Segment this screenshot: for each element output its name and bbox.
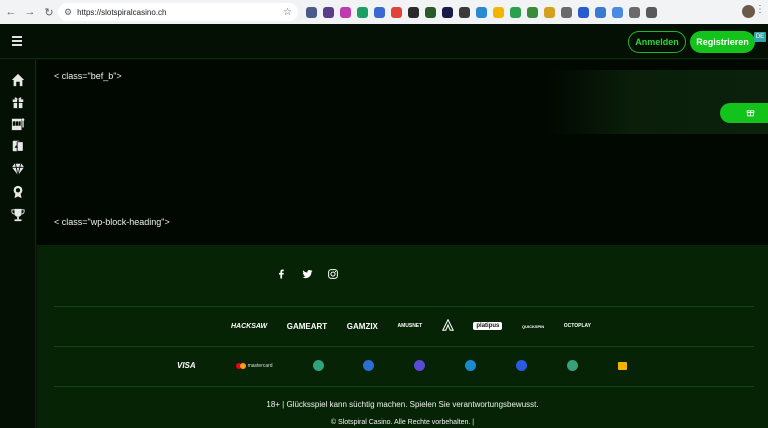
raw-markup-text: < class="bef_b"> [54,71,122,81]
cards-icon[interactable] [10,138,26,154]
browser-extension-icon[interactable] [595,6,606,18]
provider-logo[interactable]: platipus [473,322,503,330]
wallet-icon [617,361,627,370]
provider-logo[interactable]: GAMEART [287,322,327,331]
diamond-icon[interactable] [10,161,26,177]
browser-extension-icon[interactable] [493,6,504,18]
gift-icon [746,104,755,122]
register-button[interactable]: Registrieren [690,31,755,53]
extensions-bar [306,5,657,19]
provider-logo-icon[interactable] [441,318,454,333]
forward-icon[interactable]: → [22,4,38,20]
promo-card [545,70,768,134]
crypto-icon [414,360,426,371]
raw-markup-heading: < class="wp-block-heading"> [54,217,170,227]
bookmark-star-icon[interactable]: ☆ [283,7,292,18]
browser-extension-icon[interactable] [612,6,623,18]
footer-divider [54,346,754,347]
browser-extension-icon[interactable] [323,6,334,18]
provider-logo[interactable]: AMUSNET [397,323,422,329]
address-bar[interactable]: ⚙ https://slotspiralcasino.ch ☆ [58,3,298,21]
browser-extension-icon[interactable] [510,6,521,18]
providers-row: HACKSAW GAMEART GAMZIX AMUSNET platipus … [231,318,591,333]
twitter-icon[interactable] [301,268,313,280]
sidebar [0,60,36,428]
footer-divider [54,306,754,307]
browser-extension-icon[interactable] [340,6,351,18]
slot-machine-icon[interactable] [10,116,26,132]
browser-extension-icon[interactable] [578,6,589,18]
login-button[interactable]: Anmelden [628,31,686,53]
crypto-icon [567,360,579,371]
back-icon[interactable]: ← [3,4,19,20]
url-text: https://slotspiralcasino.ch [77,7,167,17]
browser-extension-icon[interactable] [391,6,402,18]
browser-extension-icon[interactable] [629,6,640,18]
browser-extension-icon[interactable] [561,6,572,18]
crypto-icon [312,360,324,371]
crypto-icon [465,360,477,371]
browser-extension-icon[interactable] [459,6,470,18]
main-content: < class="bef_b"> < class="wp-block-headi… [37,60,768,245]
translate-badge[interactable]: DE [754,32,766,42]
payment-logo: mastercard [247,362,273,369]
site-info-icon[interactable]: ⚙ [64,7,72,18]
browser-extension-icon[interactable] [408,6,419,18]
crypto-icon [363,360,375,371]
trophy-icon[interactable] [10,207,26,223]
instagram-icon[interactable] [327,268,339,280]
facebook-icon[interactable] [275,268,287,280]
promo-bonus-button[interactable] [720,103,768,123]
crypto-icon [516,360,528,371]
browser-extension-icon[interactable] [357,6,368,18]
browser-extension-icon[interactable] [544,6,555,18]
responsible-gambling-text: 18+ | Glücksspiel kann süchtig machen. S… [266,400,539,409]
copyright-text: © Slotspiral Casino. Alle Rechte vorbeha… [330,419,475,426]
reload-icon[interactable]: ↻ [41,4,57,20]
browser-extension-icon[interactable] [442,6,453,18]
provider-logo[interactable]: GAMZIX [347,322,378,331]
site-header: Anmelden Registrieren DE [0,24,768,59]
provider-logo[interactable]: OCTOPLAY [564,323,591,329]
browser-extension-icon[interactable] [306,6,317,18]
browser-extension-icon[interactable] [527,6,538,18]
hamburger-menu-icon[interactable] [12,36,22,46]
footer: HACKSAW GAMEART GAMZIX AMUSNET platipus … [37,245,768,428]
mastercard-logo: mastercard [235,362,273,369]
gift-icon[interactable] [10,94,26,110]
browser-extension-icon[interactable] [476,6,487,18]
profile-avatar[interactable] [742,5,755,18]
browser-extension-icon[interactable] [425,6,436,18]
social-links [275,268,339,280]
payment-logo: VISA [177,361,196,370]
home-icon[interactable] [10,72,26,88]
medal-icon[interactable] [10,184,26,200]
browser-toolbar: ← → ↻ ⚙ https://slotspiralcasino.ch ☆ ⋮ [0,0,768,24]
browser-menu-icon[interactable]: ⋮ [755,4,765,15]
footer-divider [54,386,754,387]
provider-logo[interactable]: HACKSAW [231,323,267,330]
provider-logo[interactable]: QUICKSPIN [522,324,544,329]
browser-extension-icon[interactable] [374,6,385,18]
payment-methods: VISA mastercard [177,360,627,371]
browser-extension-icon[interactable] [646,6,657,18]
